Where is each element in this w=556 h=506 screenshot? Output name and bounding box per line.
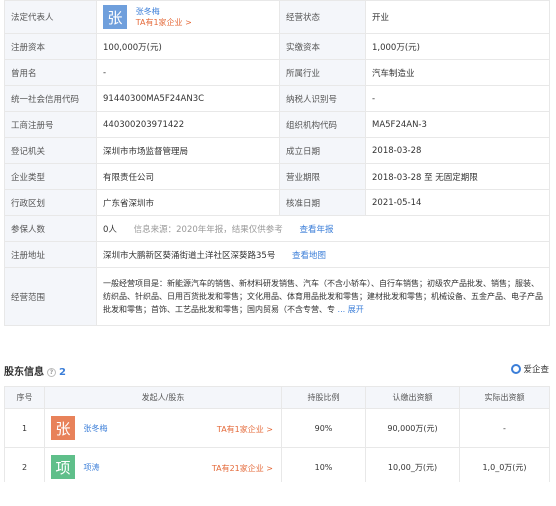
type-value: 有限责任公司 [96,163,280,190]
info-row: 统一社会信用代码 91440300MA5F24AN3C 纳税人识别号 - [4,85,550,112]
industry-label: 所属行业 [279,59,366,86]
industry-value: 汽车制造业 [365,59,550,86]
column-header-no: 序号 [4,386,45,409]
insured-label: 参保人数 [4,215,97,242]
biz-reg-value: 440300203971422 [96,111,280,138]
brand-name: 爱企查 [523,365,549,375]
insured-cell: 0人 信息来源：2020年年报，结果仅供参考 查看年报 [96,215,550,242]
authority-value: 深圳市市场监督管理局 [96,137,280,164]
row-number: 2 [4,447,45,487]
table-header-row: 序号 发起人/股东 持股比例 认缴出资额 实际出资额 [4,386,550,409]
subscribed-value: 10,00_万(元) [365,447,460,487]
info-row: 登记机关 深圳市市场监督管理局 成立日期 2018-03-28 [4,137,550,164]
shareholders-title-group: 股东信息? 2 [4,363,66,378]
reg-capital-label: 注册资本 [4,33,97,60]
info-row: 参保人数 0人 信息来源：2020年年报，结果仅供参考 查看年报 [4,215,550,242]
legal-rep-person: 张冬梅 TA有1家企业 > [136,6,192,28]
info-row: 经营范围 一般经营项目是：新能源汽车的销售、新材料研发销售、汽车（不含小轿车）、… [4,267,550,326]
view-map-link[interactable]: 查看地图 [292,251,326,261]
help-icon[interactable]: ? [47,368,56,377]
actual-value: - [459,408,550,448]
status-label: 经营状态 [279,0,366,34]
shareholder-name[interactable]: 项涛 [84,463,100,472]
info-row: 企业类型 有限责任公司 营业期限 2018-03-28 至 无固定期限 [4,163,550,190]
credit-code-label: 统一社会信用代码 [4,85,97,112]
status-value: 开业 [365,0,550,34]
column-header-ratio: 持股比例 [281,386,366,409]
approval-value: 2021-05-14 [365,189,550,216]
taxpayer-label: 纳税人识别号 [279,85,366,112]
approval-label: 核准日期 [279,189,366,216]
ratio-value: 90% [281,408,366,448]
reg-capital-value: 100,000万(元) [96,33,280,60]
page-bottom-mask [0,482,556,506]
region-value: 广东省深圳市 [96,189,280,216]
shareholder-avatar[interactable]: 张 [51,416,75,440]
paid-capital-label: 实缴资本 [279,33,366,60]
address-label: 注册地址 [4,241,97,268]
info-row: 法定代表人 张 张冬梅 TA有1家企业 > 经营状态 开业 [4,0,550,34]
shareholder-company-count-link[interactable]: TA有1家企业 > [217,424,273,435]
org-code-label: 组织机构代码 [279,111,366,138]
row-number: 1 [4,408,45,448]
region-label: 行政区划 [4,189,97,216]
table-row: 1 张 张冬梅 TA有1家企业 > 90% 90,000万(元) - [4,408,550,448]
authority-label: 登记机关 [4,137,97,164]
ratio-value: 10% [281,447,366,487]
address-value: 深圳市大鹏新区葵涌街道土洋社区深葵路35号 [103,250,276,261]
shareholder-name[interactable]: 张冬梅 [84,424,108,433]
shareholders-table: 序号 发起人/股东 持股比例 认缴出资额 实际出资额 1 张 张冬梅 TA有1家… [4,386,550,487]
former-name-label: 曾用名 [4,59,97,86]
taxpayer-value: - [365,85,550,112]
brand-logo-icon [511,364,522,374]
column-header-shareholder: 发起人/股东 [44,386,282,409]
company-info-page: 法定代表人 张 张冬梅 TA有1家企业 > 经营状态 开业 注册资本 100,0… [0,0,556,506]
org-code-value: MA5F24AN-3 [365,111,550,138]
insured-value: 0人 [103,224,117,235]
business-info-table: 法定代表人 张 张冬梅 TA有1家企业 > 经营状态 开业 注册资本 100,0… [4,0,550,326]
former-name-value: - [96,59,280,86]
founded-label: 成立日期 [279,137,366,164]
shareholder-avatar[interactable]: 项 [51,455,75,479]
shareholders-count: 2 [59,367,66,378]
scope-value: 一般经营项目是：新能源汽车的销售、新材料研发销售、汽车（不含小轿车）、自行车销售… [103,279,543,314]
scope-label: 经营范围 [4,267,97,326]
term-label: 营业期限 [279,163,366,190]
biz-reg-label: 工商注册号 [4,111,97,138]
shareholders-header: 股东信息? 2 爱企查 [4,360,549,380]
shareholders-title: 股东信息 [4,367,44,378]
legal-rep-cell: 张 张冬梅 TA有1家企业 > [96,0,280,34]
address-cell: 深圳市大鹏新区葵涌街道土洋社区深葵路35号 查看地图 [96,241,550,268]
info-row: 注册资本 100,000万(元) 实缴资本 1,000万(元) [4,33,550,60]
type-label: 企业类型 [4,163,97,190]
term-value: 2018-03-28 至 无固定期限 [365,163,550,190]
shareholder-cell: 张 张冬梅 TA有1家企业 > [44,408,282,448]
legal-rep-name[interactable]: 张冬梅 [136,7,160,16]
actual-value: 1,0_0万(元) [459,447,550,487]
legal-rep-company-count-link[interactable]: TA有1家企业 > [136,18,192,27]
info-row: 工商注册号 440300203971422 组织机构代码 MA5F24AN-3 [4,111,550,138]
founded-value: 2018-03-28 [365,137,550,164]
view-annual-report-link[interactable]: 查看年报 [299,225,333,235]
insured-source-note: 信息来源：2020年年报，结果仅供参考 [133,224,283,235]
expand-scope-link[interactable]: ... 展开 [338,305,364,314]
subscribed-value: 90,000万(元) [365,408,460,448]
credit-code-value: 91440300MA5F24AN3C [96,85,280,112]
shareholder-cell: 项 项涛 TA有21家企业 > [44,447,282,487]
column-header-actual: 实际出资额 [459,386,550,409]
info-row: 注册地址 深圳市大鹏新区葵涌街道土洋社区深葵路35号 查看地图 [4,241,550,268]
legal-rep-label: 法定代表人 [4,0,97,34]
table-row: 2 项 项涛 TA有21家企业 > 10% 10,00_万(元) 1,0_0万(… [4,447,550,487]
legal-rep-avatar[interactable]: 张 [103,5,127,29]
info-row: 行政区划 广东省深圳市 核准日期 2021-05-14 [4,189,550,216]
brand-watermark: 爱企查 [511,363,549,375]
info-row: 曾用名 - 所属行业 汽车制造业 [4,59,550,86]
scope-cell: 一般经营项目是：新能源汽车的销售、新材料研发销售、汽车（不含小轿车）、自行车销售… [96,267,550,326]
paid-capital-value: 1,000万(元) [365,33,550,60]
shareholder-company-count-link[interactable]: TA有21家企业 > [212,463,273,474]
column-header-subscribed: 认缴出资额 [365,386,460,409]
